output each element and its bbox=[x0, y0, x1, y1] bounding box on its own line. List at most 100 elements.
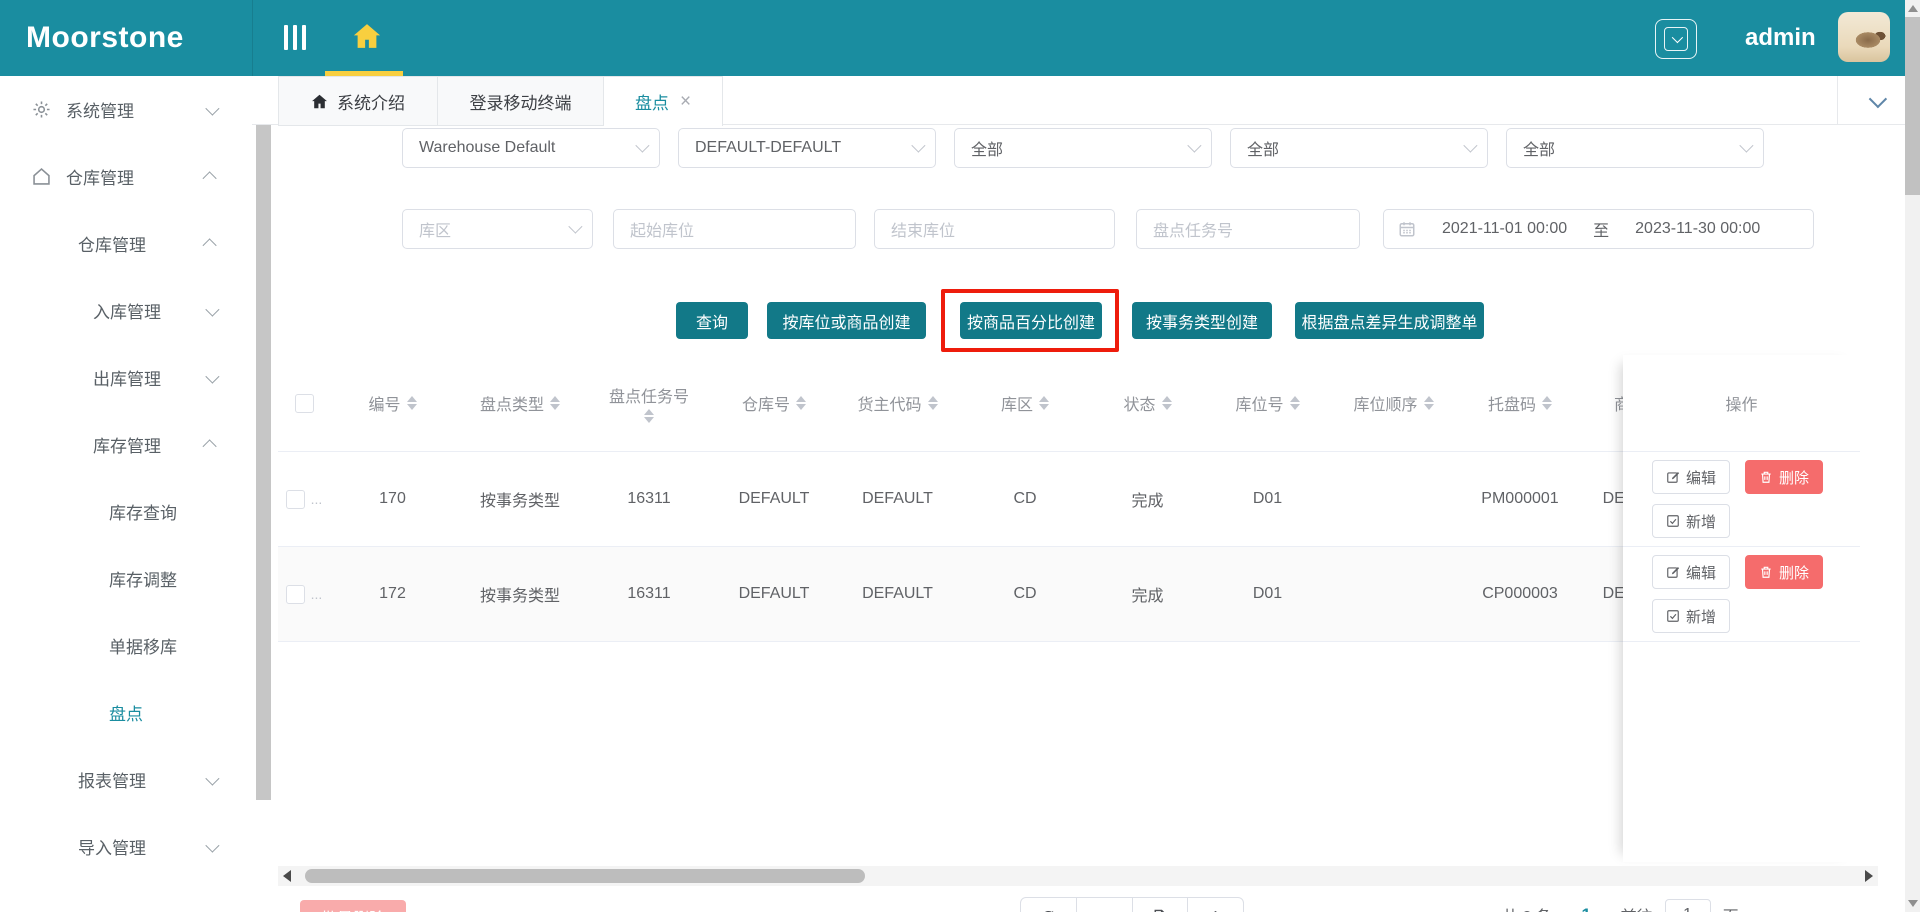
cell-value: 按事务类型 bbox=[479, 493, 560, 510]
column-header-status[interactable]: 状态 bbox=[1090, 391, 1205, 415]
date-range-picker[interactable]: 2021-11-01 00:00 至 2023-11-30 00:00 bbox=[1383, 209, 1814, 249]
tab-3[interactable]: 盘点 × bbox=[604, 76, 723, 126]
select-value: DEFAULT-DEFAULT bbox=[695, 139, 842, 156]
scroll-down-arrow[interactable] bbox=[1908, 900, 1918, 907]
sort-arrows-icon[interactable] bbox=[1039, 396, 1049, 410]
sidebar-item-12[interactable]: 导入管理 bbox=[0, 813, 252, 880]
sort-arrows-icon[interactable] bbox=[644, 409, 654, 423]
start-location-input[interactable]: 起始库位 bbox=[613, 209, 856, 249]
column-header-goods[interactable]: 商品 bbox=[1583, 391, 1623, 415]
select-all-checkbox[interactable] bbox=[294, 393, 314, 413]
filter-select-5[interactable]: 全部 bbox=[1506, 128, 1764, 168]
sort-arrows-icon[interactable] bbox=[1161, 396, 1172, 410]
sidebar-item-8[interactable]: 库存调整 bbox=[0, 545, 252, 612]
sidebar-item-10[interactable]: 盘点 bbox=[0, 679, 252, 746]
toggle-view-icon[interactable] bbox=[1075, 898, 1132, 912]
row-checkbox[interactable] bbox=[285, 584, 305, 604]
tab-2[interactable]: 登录移动终端 bbox=[438, 76, 604, 126]
column-header-wh[interactable]: 仓库号 bbox=[713, 391, 835, 415]
area-select[interactable]: 库区 bbox=[402, 209, 593, 249]
horizontal-scrollbar-thumb[interactable] bbox=[305, 869, 865, 883]
column-header-sel[interactable] bbox=[278, 393, 330, 413]
sidebar-item-9[interactable]: 单据移库 bbox=[0, 612, 252, 679]
trash-icon bbox=[1759, 470, 1773, 484]
create-by-location-button[interactable]: 按库位或商品创建 bbox=[767, 302, 926, 339]
warehouse-select[interactable]: Warehouse Default bbox=[402, 128, 660, 168]
sort-arrows-icon[interactable] bbox=[927, 396, 938, 410]
scroll-left-arrow[interactable] bbox=[283, 870, 291, 882]
scroll-right-arrow[interactable] bbox=[1865, 870, 1873, 882]
sidebar-item-1[interactable]: 系统管理 bbox=[0, 76, 252, 143]
export-file-icon[interactable] bbox=[1131, 898, 1188, 912]
home-icon[interactable] bbox=[352, 21, 382, 51]
sidebar-item-5[interactable]: 出库管理 bbox=[0, 344, 252, 411]
column-header-task[interactable]: 盘点任务号 bbox=[585, 383, 713, 423]
sidebar-item-4[interactable]: 入库管理 bbox=[0, 277, 252, 344]
chevron-down-icon bbox=[205, 771, 220, 786]
column-header-label: 仓库号 bbox=[741, 397, 790, 414]
column-header-id[interactable]: 编号 bbox=[330, 391, 455, 415]
tab-1[interactable]: 系统介绍 bbox=[278, 76, 438, 126]
search-button[interactable]: 查询 bbox=[676, 302, 748, 339]
sort-arrows-icon[interactable] bbox=[1423, 396, 1434, 410]
sidebar-item-label: 系统管理 bbox=[66, 102, 134, 121]
sort-arrows-icon[interactable] bbox=[1289, 396, 1300, 410]
current-page-button[interactable]: 1 bbox=[1581, 905, 1590, 912]
user-avatar[interactable] bbox=[1838, 12, 1890, 62]
delete-label: 删除 bbox=[1779, 564, 1810, 582]
next-page-button[interactable]: › bbox=[1603, 905, 1609, 912]
column-header-pallet[interactable]: 托盘码 bbox=[1457, 391, 1583, 415]
sort-arrows-icon[interactable] bbox=[1542, 396, 1552, 410]
open-tabs: 系统介绍 登录移动终端 盘点 × bbox=[278, 76, 723, 126]
tabbar-collapse-button[interactable] bbox=[1848, 76, 1904, 124]
row-checkbox[interactable] bbox=[285, 489, 305, 509]
warehouse-zone-select[interactable]: DEFAULT-DEFAULT bbox=[678, 128, 936, 168]
operation-column-header: 操作 bbox=[1623, 355, 1860, 452]
filter-select-3[interactable]: 全部 bbox=[954, 128, 1212, 168]
sidebar-item-7[interactable]: 库存查询 bbox=[0, 478, 252, 545]
sidebar-menu: 系统管理 仓库管理 仓库管理 入库管理 出库管理 库存管理 库存查询 库存调整 单据移库 盘点 报表… bbox=[0, 76, 252, 912]
chevron-down-icon bbox=[1463, 138, 1478, 153]
download-icon[interactable] bbox=[1187, 898, 1243, 912]
add-button[interactable]: 新增 bbox=[1652, 599, 1731, 633]
sidebar-item-2[interactable]: 仓库管理 bbox=[0, 143, 252, 210]
column-header-area[interactable]: 库区 bbox=[960, 391, 1090, 415]
collapse-sidebar-icon[interactable] bbox=[284, 25, 306, 50]
sort-arrows-icon[interactable] bbox=[406, 396, 417, 410]
sort-arrows-icon[interactable] bbox=[796, 396, 806, 410]
column-header-locseq[interactable]: 库位顺序 bbox=[1330, 391, 1457, 415]
end-location-input[interactable]: 结束库位 bbox=[874, 209, 1115, 249]
sidebar-item-11[interactable]: 报表管理 bbox=[0, 746, 252, 813]
delete-button[interactable]: 删除 bbox=[1745, 555, 1824, 589]
filter-select-4[interactable]: 全部 bbox=[1230, 128, 1488, 168]
column-header-owner[interactable]: 货主代码 bbox=[835, 391, 960, 415]
sort-arrows-icon[interactable] bbox=[550, 396, 560, 410]
vertical-scrollbar-thumb[interactable] bbox=[1905, 17, 1920, 195]
edit-button[interactable]: 编辑 bbox=[1652, 555, 1731, 589]
goto-page-input[interactable]: 1 bbox=[1664, 899, 1711, 912]
create-by-percent-button[interactable]: 按商品百分比创建 bbox=[960, 302, 1102, 339]
edit-button[interactable]: 编辑 bbox=[1652, 460, 1731, 494]
delete-button[interactable]: 删除 bbox=[1745, 460, 1824, 494]
user-dropdown-button[interactable] bbox=[1655, 19, 1697, 59]
add-button[interactable]: 新增 bbox=[1652, 504, 1731, 538]
cell-sel[interactable]: ... bbox=[278, 584, 330, 604]
sidebar-item-6[interactable]: 库存管理 bbox=[0, 411, 252, 478]
create-by-txn-type-button[interactable]: 按事务类型创建 bbox=[1132, 302, 1272, 339]
sidebar-scrollbar-thumb[interactable] bbox=[256, 76, 271, 800]
column-header-type[interactable]: 盘点类型 bbox=[455, 391, 585, 415]
select-value: 全部 bbox=[1523, 142, 1556, 159]
sidebar-item-label: 导入管理 bbox=[78, 839, 146, 858]
sidebar-item-label: 库存查询 bbox=[109, 504, 177, 523]
count-task-no-input[interactable]: 盘点任务号 bbox=[1136, 209, 1360, 249]
cell-sel[interactable]: ... bbox=[278, 489, 330, 509]
refresh-icon[interactable] bbox=[1021, 898, 1076, 912]
generate-adjustment-button[interactable]: 根据盘点差异生成调整单 bbox=[1295, 302, 1484, 339]
batch-delete-button[interactable]: 批量删除 bbox=[300, 900, 406, 912]
column-header-loc[interactable]: 库位号 bbox=[1205, 391, 1330, 415]
close-icon[interactable]: × bbox=[680, 92, 691, 111]
prev-page-button[interactable]: ‹ bbox=[1564, 905, 1570, 912]
scroll-up-arrow[interactable] bbox=[1908, 5, 1918, 12]
end-location-placeholder: 结束库位 bbox=[891, 223, 956, 240]
sidebar-item-3[interactable]: 仓库管理 bbox=[0, 210, 252, 277]
